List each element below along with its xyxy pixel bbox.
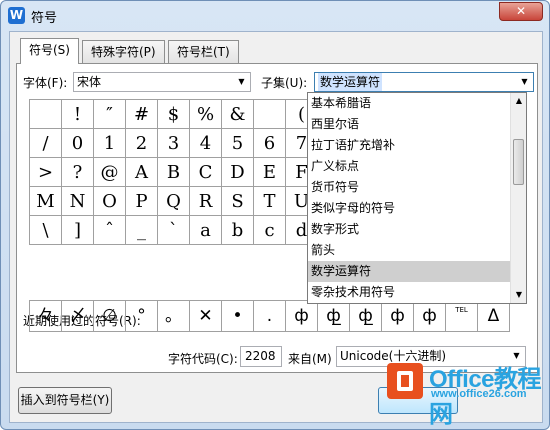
subset-value: 数学运算符	[318, 73, 383, 91]
dialog-title: 符号	[31, 11, 58, 26]
scroll-down-icon[interactable]: ▼	[511, 287, 527, 303]
title-bar: W 符号 ✕	[1, 1, 549, 31]
subset-option[interactable]: 货币符号	[308, 177, 510, 198]
symbol-cell[interactable]: &	[222, 100, 254, 129]
recent-symbol-cell[interactable]: •	[222, 301, 254, 332]
recent-symbol-cell[interactable]: ∅	[94, 301, 126, 332]
char-code-input[interactable]: 2208	[240, 346, 282, 367]
symbol-cell[interactable]: @	[94, 158, 126, 187]
symbol-cell[interactable]: 2	[126, 129, 158, 158]
recent-symbol-cell[interactable]: 〆	[62, 301, 94, 332]
symbol-cell[interactable]: $	[158, 100, 190, 129]
symbol-cell[interactable]: 3	[158, 129, 190, 158]
symbol-cell[interactable]: c	[254, 216, 286, 245]
symbol-cell[interactable]: ″	[94, 100, 126, 129]
symbol-cell[interactable]: E	[254, 158, 286, 187]
watermark-url: www.office26.com	[431, 388, 527, 400]
subset-option[interactable]: 箭头	[308, 240, 510, 261]
insert-to-symbol-bar-button[interactable]: 插入到符号栏(Y)	[18, 387, 112, 414]
chevron-down-icon: ▼	[238, 77, 245, 86]
char-code-label: 字符代码(C):	[168, 352, 238, 366]
subset-label: 子集(U):	[261, 76, 308, 90]
symbol-cell[interactable]	[30, 100, 62, 129]
symbol-cell[interactable]: 5	[222, 129, 254, 158]
subset-dropdown-list: 基本希腊语 西里尔语 拉丁语扩充增补 广义标点 货币符号 类似字母的符号 数字形式 箭头 数学运…	[307, 92, 527, 304]
chevron-down-icon: ▼	[521, 77, 528, 86]
symbol-cell[interactable]: !	[62, 100, 94, 129]
symbol-cell[interactable]: 6	[254, 129, 286, 158]
subset-option[interactable]: 拉丁语扩充增补	[308, 135, 510, 156]
symbol-cell[interactable]: 0	[62, 129, 94, 158]
symbol-cell[interactable]: /	[30, 129, 62, 158]
symbol-cell[interactable]: %	[190, 100, 222, 129]
recent-symbol-cell[interactable]: °	[126, 301, 158, 332]
symbol-cell[interactable]: _	[126, 216, 158, 245]
office26-watermark: Office教程网 www.office26.com	[377, 355, 547, 428]
font-value: 宋体	[77, 75, 102, 89]
symbol-cell[interactable]: A	[126, 158, 158, 187]
symbol-cell[interactable]: b	[222, 216, 254, 245]
recent-symbol-cell[interactable]: ф	[414, 301, 446, 332]
wps-app-icon: W	[8, 7, 25, 24]
office-logo-icon	[387, 363, 423, 399]
symbol-cell[interactable]: O	[94, 187, 126, 216]
recent-symbol-cell[interactable]: 々	[30, 301, 62, 332]
symbol-cell[interactable]: \	[30, 216, 62, 245]
recent-symbol-cell[interactable]: ✕	[190, 301, 222, 332]
symbol-cell[interactable]	[254, 100, 286, 129]
recent-symbol-cell[interactable]: ф̲	[318, 301, 350, 332]
subset-option[interactable]: 广义标点	[308, 156, 510, 177]
symbol-cell[interactable]: M	[30, 187, 62, 216]
symbol-cell[interactable]: #	[126, 100, 158, 129]
subset-option[interactable]: 基本希腊语	[308, 93, 510, 114]
symbol-cell[interactable]: D	[222, 158, 254, 187]
subset-option[interactable]: 数学运算符	[308, 261, 510, 282]
symbol-cell[interactable]: 1	[94, 129, 126, 158]
subset-option[interactable]: 数字形式	[308, 219, 510, 240]
font-select[interactable]: 宋体 ▼	[73, 72, 251, 92]
symbol-cell[interactable]: R	[190, 187, 222, 216]
symbol-cell[interactable]: ]	[62, 216, 94, 245]
subset-option[interactable]: 零杂技术用符号	[308, 282, 510, 303]
subset-option[interactable]: 西里尔语	[308, 114, 510, 135]
recent-symbol-cell[interactable]: 。	[158, 301, 190, 332]
scroll-thumb[interactable]	[513, 139, 524, 185]
tab-special-chars[interactable]: 特殊字符(P)	[82, 40, 165, 63]
symbol-cell[interactable]: `	[158, 216, 190, 245]
recent-symbol-cell[interactable]: ф	[382, 301, 414, 332]
recent-symbol-cell[interactable]: Δ	[478, 301, 510, 332]
symbol-cell[interactable]: S	[222, 187, 254, 216]
recent-symbol-cell[interactable]: ф	[286, 301, 318, 332]
symbol-cell[interactable]: P	[126, 187, 158, 216]
symbol-cell[interactable]: T	[254, 187, 286, 216]
subset-select[interactable]: 数学运算符 ▼	[314, 72, 534, 92]
from-label: 来自(M)	[288, 352, 332, 366]
tab-symbol-bar[interactable]: 符号栏(T)	[168, 40, 239, 63]
symbol-cell[interactable]: ˆ	[94, 216, 126, 245]
symbol-cell[interactable]: a	[190, 216, 222, 245]
symbol-cell[interactable]: 4	[190, 129, 222, 158]
recent-symbol-cell[interactable]: ф̲	[350, 301, 382, 332]
symbol-cell[interactable]: >	[30, 158, 62, 187]
font-label: 字体(F):	[23, 76, 68, 90]
symbol-cell[interactable]: Q	[158, 187, 190, 216]
close-button[interactable]: ✕	[499, 2, 543, 21]
subset-option[interactable]: 类似字母的符号	[308, 198, 510, 219]
tab-symbol[interactable]: 符号(S)	[20, 38, 79, 64]
recent-symbol-cell[interactable]: TEL	[446, 301, 478, 332]
recent-symbols: 々〆 ∅ °。 ✕ •. ф ф̲ ф̲ ф ф TEL Δ	[29, 300, 510, 332]
symbol-cell[interactable]: N	[62, 187, 94, 216]
dropdown-scrollbar[interactable]: ▲ ▼	[510, 93, 526, 303]
symbol-grid: ! ″ # $% &(/0 1 2 3 4 5 6 7 >? @ A B C D E F M N O P Q R S T U \] ˆ _ ` a…	[29, 99, 318, 245]
scroll-up-icon[interactable]: ▲	[511, 93, 527, 109]
recent-symbol-cell[interactable]: .	[254, 301, 286, 332]
symbol-cell[interactable]: B	[158, 158, 190, 187]
symbol-cell[interactable]: ?	[62, 158, 94, 187]
symbol-cell[interactable]: C	[190, 158, 222, 187]
symbol-dialog: W 符号 ✕ 符号(S) 特殊字符(P) 符号栏(T) 字体(F): 宋体 ▼ …	[0, 0, 550, 430]
